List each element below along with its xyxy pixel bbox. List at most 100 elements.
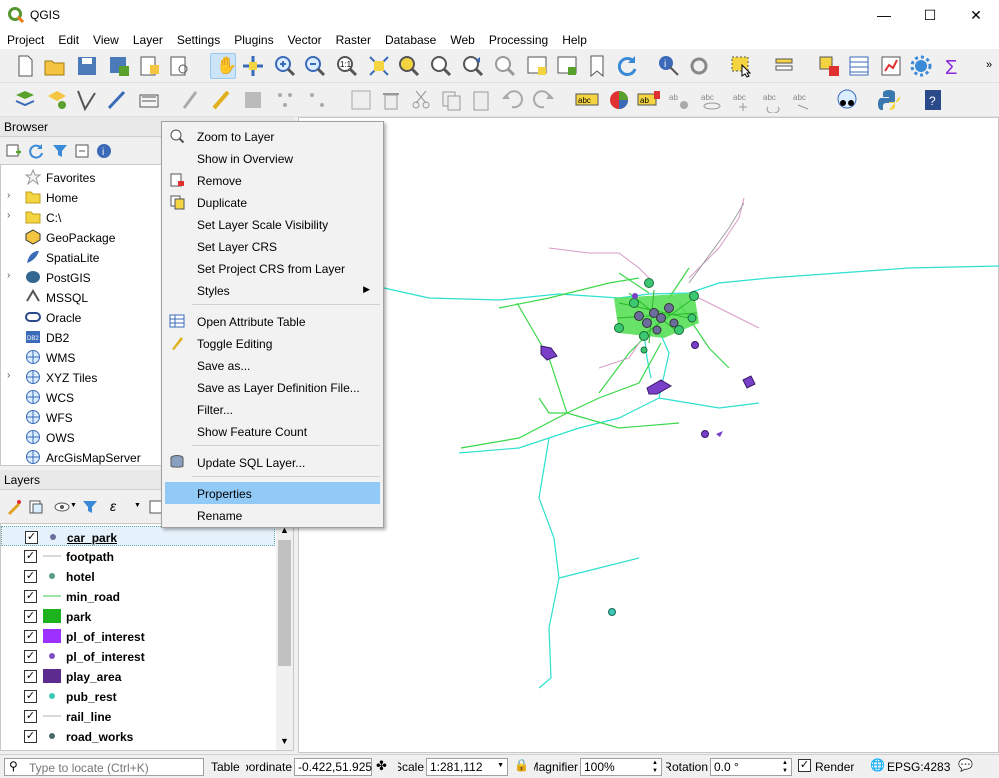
save-project-icon[interactable] — [74, 53, 100, 79]
scale-combo[interactable]: 1:281,112 ▼ — [426, 758, 508, 776]
processing-toolbox-icon[interactable] — [908, 53, 934, 79]
expand-arrow-icon[interactable]: › — [7, 190, 10, 201]
layer-item-rail-line[interactable]: ✓ rail_line — [1, 706, 275, 726]
layer-visibility-checkbox[interactable]: ✓ — [24, 690, 37, 703]
data-source-manager-icon[interactable] — [12, 87, 38, 113]
new-print-layout-icon[interactable] — [136, 53, 162, 79]
filter-legend-icon[interactable] — [82, 499, 98, 515]
zoom-full-icon[interactable] — [366, 53, 392, 79]
new-geopackage-layer-icon[interactable] — [44, 87, 70, 113]
layer-visibility-checkbox[interactable]: ✓ — [24, 570, 37, 583]
quickosm-icon[interactable] — [834, 87, 860, 113]
zoom-native-icon[interactable]: 1:1 — [334, 53, 360, 79]
menu-plugins[interactable]: Plugins — [227, 30, 280, 49]
menu-styles[interactable]: Styles ▶ — [165, 279, 380, 301]
change-label-icon[interactable]: abc — [790, 87, 816, 113]
field-calculator-icon[interactable] — [878, 53, 904, 79]
maximize-button[interactable]: ☐ — [907, 0, 953, 30]
menu-update-sql-layer[interactable]: Update SQL Layer... — [165, 451, 380, 473]
save-as-icon[interactable] — [106, 53, 132, 79]
label-toolbar-icon[interactable]: abc — [574, 87, 600, 113]
copy-features-icon[interactable] — [438, 87, 464, 113]
help-icon[interactable]: ? — [920, 87, 946, 113]
menu-toggle-editing[interactable]: Toggle Editing — [165, 332, 380, 354]
menu-edit[interactable]: Edit — [51, 30, 86, 49]
render-checkbox[interactable]: ✓ — [798, 759, 811, 772]
add-point-icon[interactable] — [272, 87, 298, 113]
deselect-icon[interactable] — [816, 53, 842, 79]
style-dock-icon[interactable] — [6, 499, 22, 515]
delete-selected-icon[interactable] — [378, 87, 404, 113]
zoom-last-icon[interactable] — [460, 53, 486, 79]
info-icon[interactable]: i — [96, 143, 112, 159]
menu-duplicate[interactable]: Duplicate — [165, 191, 380, 213]
toggle-extents-icon[interactable]: ✤ — [376, 758, 387, 776]
redo-icon[interactable] — [530, 87, 556, 113]
menu-show-feature-count[interactable]: Show Feature Count — [165, 420, 380, 442]
zoom-out-icon[interactable] — [302, 53, 328, 79]
expand-arrow-icon[interactable]: › — [7, 370, 10, 381]
toggle-editing-icon[interactable] — [208, 87, 234, 113]
zoom-in-icon[interactable] — [272, 53, 298, 79]
layer-visibility-checkbox[interactable]: ✓ — [24, 610, 37, 623]
layer-visibility-checkbox[interactable]: ✓ — [24, 650, 37, 663]
dropdown-arrow-icon[interactable]: ▼ — [70, 502, 77, 509]
menu-zoom-to-layer[interactable]: Zoom to Layer — [165, 125, 380, 147]
menu-layer[interactable]: Layer — [126, 30, 170, 49]
new-map-view-icon[interactable] — [524, 53, 550, 79]
bookmark-icon[interactable] — [584, 53, 610, 79]
virtual-layer-icon[interactable] — [136, 87, 162, 113]
menu-database[interactable]: Database — [378, 30, 443, 49]
menu-web[interactable]: Web — [443, 30, 481, 49]
menu-vector[interactable]: Vector — [281, 30, 329, 49]
menu-set-project-crs-from-layer[interactable]: Set Project CRS from Layer — [165, 257, 380, 279]
menu-settings[interactable]: Settings — [170, 30, 227, 49]
menu-set-layer-crs[interactable]: Set Layer CRS — [165, 235, 380, 257]
layout-manager-icon[interactable] — [166, 53, 192, 79]
manage-map-themes-icon[interactable] — [54, 499, 70, 515]
modify-attributes-icon[interactable] — [348, 87, 374, 113]
new-3d-view-icon[interactable] — [554, 53, 580, 79]
select-by-value-icon[interactable] — [772, 53, 798, 79]
minimize-button[interactable]: — — [861, 0, 907, 30]
layer-item-pl-of-interest-polygon[interactable]: ✓ pl_of_interest — [1, 626, 275, 646]
messages-icon[interactable]: 💬 — [958, 758, 973, 776]
layer-labeling-icon[interactable]: ab — [636, 87, 662, 113]
digitize-icon[interactable] — [104, 87, 130, 113]
menu-set-layer-scale-visibility[interactable]: Set Layer Scale Visibility — [165, 213, 380, 235]
pan-map-button[interactable]: ✋ — [210, 53, 237, 79]
menu-open-attribute-table[interactable]: Open Attribute Table — [165, 310, 380, 332]
refresh-icon[interactable] — [28, 143, 44, 159]
layer-visibility-checkbox[interactable]: ✓ — [24, 550, 37, 563]
layer-item-footpath[interactable]: ✓ footpath — [1, 546, 275, 566]
layer-visibility-checkbox[interactable]: ✓ — [24, 710, 37, 723]
layers-scrollbar[interactable]: ▲ ▼ — [276, 524, 293, 750]
pan-to-selection-icon[interactable] — [240, 53, 266, 79]
dropdown-arrow-icon[interactable]: ▼ — [134, 502, 141, 509]
pin-labels-icon[interactable]: ab — [666, 87, 692, 113]
layer-item-pub-rest[interactable]: ✓ pub_rest — [1, 686, 275, 706]
undo-icon[interactable] — [500, 87, 526, 113]
zoom-next-icon[interactable] — [492, 53, 518, 79]
new-project-icon[interactable] — [12, 53, 38, 79]
layer-visibility-checkbox[interactable]: ✓ — [25, 531, 38, 544]
menu-save-as-layer-definition[interactable]: Save as Layer Definition File... — [165, 376, 380, 398]
filter-expression-icon[interactable]: ε — [110, 498, 116, 514]
scrollbar-thumb[interactable] — [278, 540, 291, 666]
paste-features-icon[interactable] — [468, 87, 494, 113]
menu-raster[interactable]: Raster — [329, 30, 378, 49]
layer-item-hotel[interactable]: ✓ hotel — [1, 566, 275, 586]
add-selected-layers-icon[interactable] — [6, 143, 22, 159]
actions-icon[interactable] — [686, 53, 712, 79]
layer-item-play-area[interactable]: ✓ play_area — [1, 666, 275, 686]
expand-arrow-icon[interactable]: › — [7, 270, 10, 281]
menu-filter[interactable]: Filter... — [165, 398, 380, 420]
show-hide-labels-icon[interactable]: abc — [698, 87, 724, 113]
menu-save-as[interactable]: Save as... — [165, 354, 380, 376]
current-edits-icon[interactable] — [178, 87, 204, 113]
cut-features-icon[interactable] — [408, 87, 434, 113]
collapse-all-icon[interactable] — [74, 143, 90, 159]
expand-arrow-icon[interactable]: › — [7, 210, 10, 221]
menu-view[interactable]: View — [86, 30, 126, 49]
layer-visibility-checkbox[interactable]: ✓ — [24, 630, 37, 643]
